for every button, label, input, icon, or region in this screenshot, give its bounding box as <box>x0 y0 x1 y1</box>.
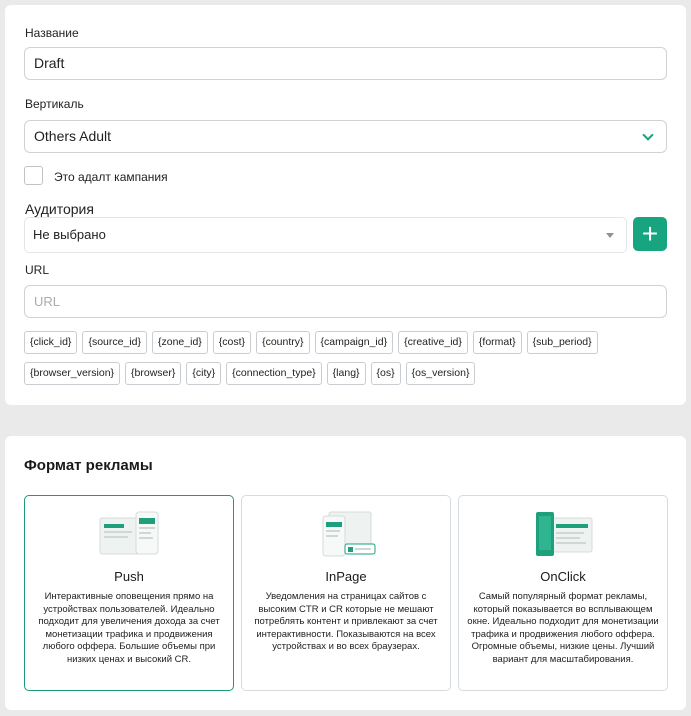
ad-format-title: Формат рекламы <box>24 457 153 474</box>
format-option-description: Уведомления на страницах сайтов с высоки… <box>254 591 438 653</box>
onclick-illustration-icon <box>536 512 593 556</box>
macro-chip[interactable]: {zone_id} <box>152 331 208 354</box>
format-option-onclick[interactable]: OnClick Самый популярный формат рекламы,… <box>458 495 668 691</box>
macro-chip[interactable]: {os_version} <box>405 362 476 385</box>
macro-chip[interactable]: {format} <box>472 331 522 354</box>
macro-chip[interactable]: {country} <box>256 331 310 354</box>
macros-row-2: {browser_version} {browser} {city} {connect… <box>24 362 674 385</box>
ad-format-card: Формат рекламы Push Интерактивные оповещ… <box>5 436 686 710</box>
format-option-description: Интерактивные оповещения прямо на устрой… <box>38 591 220 665</box>
macro-chip[interactable]: {creative_id} <box>398 331 468 354</box>
adult-campaign-label: Это адалт кампания <box>54 170 168 184</box>
name-label: Название <box>25 26 79 40</box>
vertical-selected-value: Others Adult <box>34 128 112 144</box>
inpage-illustration-icon <box>322 511 376 557</box>
macro-chip[interactable]: {city} <box>186 362 222 385</box>
macro-chip[interactable]: {sub_period} <box>526 331 598 354</box>
format-option-title: Push <box>114 569 144 584</box>
campaign-settings-card: Название Draft Вертикаль Others Adult Эт… <box>5 5 686 405</box>
macro-chip[interactable]: {click_id} <box>24 331 78 354</box>
dropdown-arrow-icon[interactable] <box>606 233 614 238</box>
vertical-select[interactable]: Others Adult <box>24 120 667 153</box>
url-placeholder: URL <box>34 294 61 309</box>
format-option-title: OnClick <box>540 569 586 584</box>
format-option-title: InPage <box>325 569 367 584</box>
macro-chip[interactable]: {cost} <box>212 331 252 354</box>
macro-chip[interactable]: {lang} <box>326 362 366 385</box>
url-input[interactable]: URL <box>24 285 667 318</box>
macro-chip[interactable]: {campaign_id} <box>314 331 394 354</box>
macro-chip[interactable]: {browser_version} <box>24 362 121 385</box>
name-input[interactable]: Draft <box>24 47 667 80</box>
format-option-inpage[interactable]: InPage Уведомления на страницах сайтов с… <box>241 495 451 691</box>
audience-selected-value: Не выбрано <box>33 227 106 242</box>
macro-chip[interactable]: {browser} <box>125 362 182 385</box>
adult-campaign-checkbox[interactable] <box>24 166 43 185</box>
audience-label: Аудитория <box>25 201 94 217</box>
plus-icon: + <box>641 218 659 249</box>
url-label: URL <box>25 263 50 277</box>
format-option-push[interactable]: Push Интерактивные оповещения прямо на у… <box>24 495 234 691</box>
vertical-label: Вертикаль <box>25 97 84 111</box>
macro-chip[interactable]: {connection_type} <box>226 362 322 385</box>
format-option-description: Самый популярный формат рекламы, который… <box>467 591 659 665</box>
add-audience-button[interactable]: + <box>633 217 667 251</box>
macro-chip[interactable]: {source_id} <box>82 331 147 354</box>
audience-select[interactable]: Не выбрано <box>24 217 627 253</box>
chevron-down-icon[interactable] <box>642 129 654 141</box>
macro-chip[interactable]: {os} <box>370 362 401 385</box>
macros-row-1: {click_id} {source_id} {zone_id} {cost} {cou… <box>24 331 674 354</box>
push-illustration-icon <box>99 511 159 555</box>
